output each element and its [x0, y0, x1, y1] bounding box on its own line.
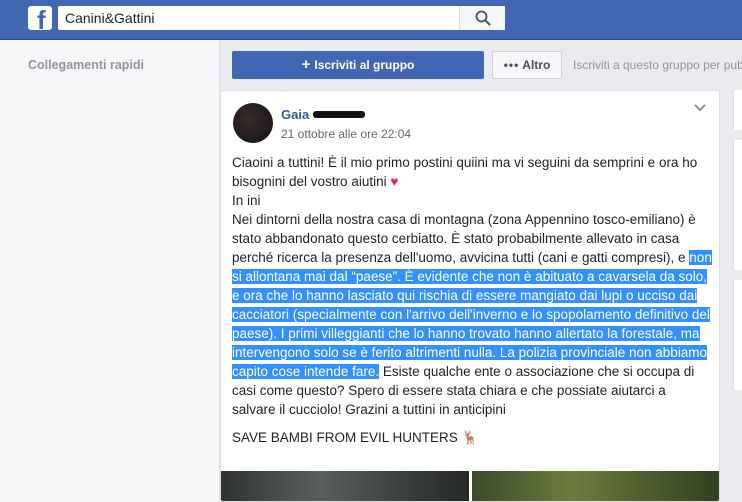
- right-column-card: [733, 140, 742, 270]
- post-text-selected: non si allontana mai dal “paese”. È evid…: [232, 250, 712, 379]
- post-main-paragraph: Nei dintorni della nostra casa di montag…: [232, 210, 712, 419]
- post-save-text: SAVE BAMBI FROM EVIL HUNTERS: [232, 430, 458, 445]
- facebook-logo-icon[interactable]: f: [28, 6, 52, 30]
- post-photos: [221, 471, 719, 501]
- right-column-card: [733, 280, 742, 390]
- author-avatar[interactable]: [233, 103, 273, 143]
- post-photo[interactable]: [221, 471, 469, 501]
- top-navbar: f Canini&Gattini: [0, 0, 742, 40]
- deer-emoji-icon: 🦌: [461, 430, 479, 445]
- chevron-down-icon[interactable]: [693, 103, 707, 113]
- more-dots-icon: •••: [503, 58, 520, 72]
- left-sidebar: Collegamenti rapidi: [0, 40, 220, 502]
- post-line-inini: In ini: [232, 193, 261, 208]
- plus-icon: +: [301, 56, 311, 73]
- post-card: Gaia 21 ottobre alle ore 22:04 Ciaoini a…: [220, 90, 720, 502]
- search-input[interactable]: Canini&Gattini: [58, 6, 505, 30]
- quick-links-heading: Collegamenti rapidi: [28, 58, 144, 72]
- post-text-plain-1: Nei dintorni della nostra casa di montag…: [232, 212, 696, 265]
- facebook-logo-letter: f: [37, 6, 46, 30]
- post-intro-text: Ciaoini a tuttini! È il mio primo postin…: [232, 155, 698, 189]
- search-input-value: Canini&Gattini: [65, 10, 155, 26]
- search-icon: [475, 10, 491, 26]
- more-button-label: Altro: [522, 58, 551, 72]
- more-button[interactable]: ••• Altro: [492, 51, 562, 79]
- post-save-line: SAVE BAMBI FROM EVIL HUNTERS 🦌: [232, 428, 712, 447]
- right-column: [733, 90, 742, 502]
- post-timestamp[interactable]: 21 ottobre alle ore 22:04: [281, 127, 411, 141]
- post-photo[interactable]: [472, 471, 719, 501]
- join-group-button[interactable]: + Iscriviti al gruppo: [232, 51, 484, 79]
- post-author-name[interactable]: Gaia: [281, 107, 309, 122]
- join-promo-text: Iscriviti a questo gruppo per pub: [573, 58, 742, 72]
- heart-emoji-icon: ♥: [390, 174, 399, 189]
- search-button[interactable]: [459, 6, 505, 30]
- right-column-card: [733, 90, 742, 130]
- post-intro-paragraph: Ciaoini a tuttini! È il mio primo postin…: [232, 153, 712, 191]
- join-group-label: Iscriviti al gruppo: [314, 58, 415, 72]
- redaction-scribble: [313, 111, 365, 118]
- post-body: Ciaoini a tuttini! È il mio primo postin…: [232, 153, 712, 447]
